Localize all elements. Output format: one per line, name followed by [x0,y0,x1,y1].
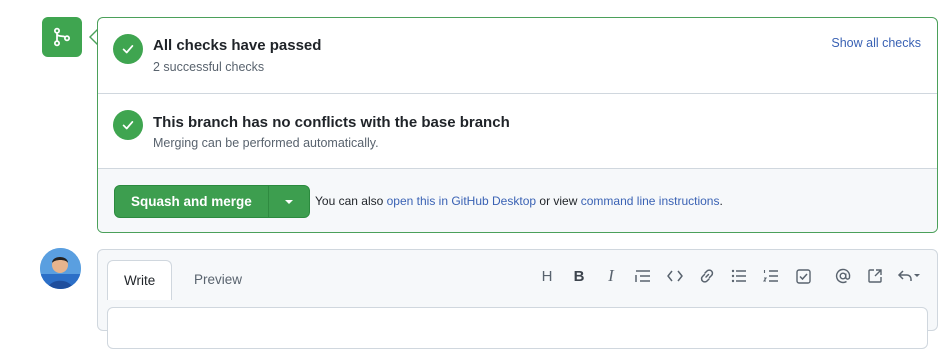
reference-icon[interactable] [859,266,891,286]
quote-icon[interactable] [627,266,659,286]
numbered-list-icon[interactable] [755,266,787,286]
markdown-toolbar: H B I [531,266,927,286]
code-icon[interactable] [659,266,691,286]
checks-section: All checks have passed 2 successful chec… [98,18,937,94]
triangle-down-icon [284,199,293,204]
git-merge-icon [53,27,71,47]
check-success-icon [113,110,143,140]
merge-actions-section: Squash and merge You can also open this … [98,169,937,232]
task-list-icon[interactable] [787,266,819,286]
period: . [719,194,723,208]
heading-icon[interactable]: H [531,266,563,286]
link-icon[interactable] [691,266,723,286]
tab-preview[interactable]: Preview [178,260,258,298]
tab-write[interactable]: Write [107,260,173,300]
bold-icon[interactable]: B [563,266,595,286]
italic-icon[interactable]: I [595,266,627,286]
squash-merge-button-group: Squash and merge [114,185,310,218]
check-success-icon [113,34,143,64]
squash-and-merge-button[interactable]: Squash and merge [115,186,269,217]
or-view-text: or view [539,194,578,208]
conflicts-section: This branch has no conflicts with the ba… [98,94,937,169]
checks-title: All checks have passed [153,37,322,54]
mention-icon[interactable] [827,266,859,286]
bullet-list-icon[interactable] [723,266,755,286]
command-line-instructions-link[interactable]: command line instructions [581,194,720,208]
show-all-checks-link[interactable]: Show all checks [831,36,921,50]
merge-box: All checks have passed 2 successful chec… [97,17,938,233]
conflicts-title: This branch has no conflicts with the ba… [153,114,510,131]
reply-icon[interactable] [891,266,927,286]
also-prefix: You can also [315,194,384,208]
open-in-desktop-link[interactable]: open this in GitHub Desktop [387,194,536,208]
merge-method-dropdown[interactable] [268,186,309,217]
comment-editor: Write Preview H B I [97,249,938,349]
checks-subtitle: 2 successful checks [153,60,265,74]
avatar[interactable] [40,248,81,289]
comment-textarea[interactable] [107,307,928,349]
merge-alternatives-text: You can also open this in GitHub Desktop… [315,194,723,208]
git-merge-icon-badge [42,17,82,57]
conflicts-subtitle: Merging can be performed automatically. [153,136,379,150]
